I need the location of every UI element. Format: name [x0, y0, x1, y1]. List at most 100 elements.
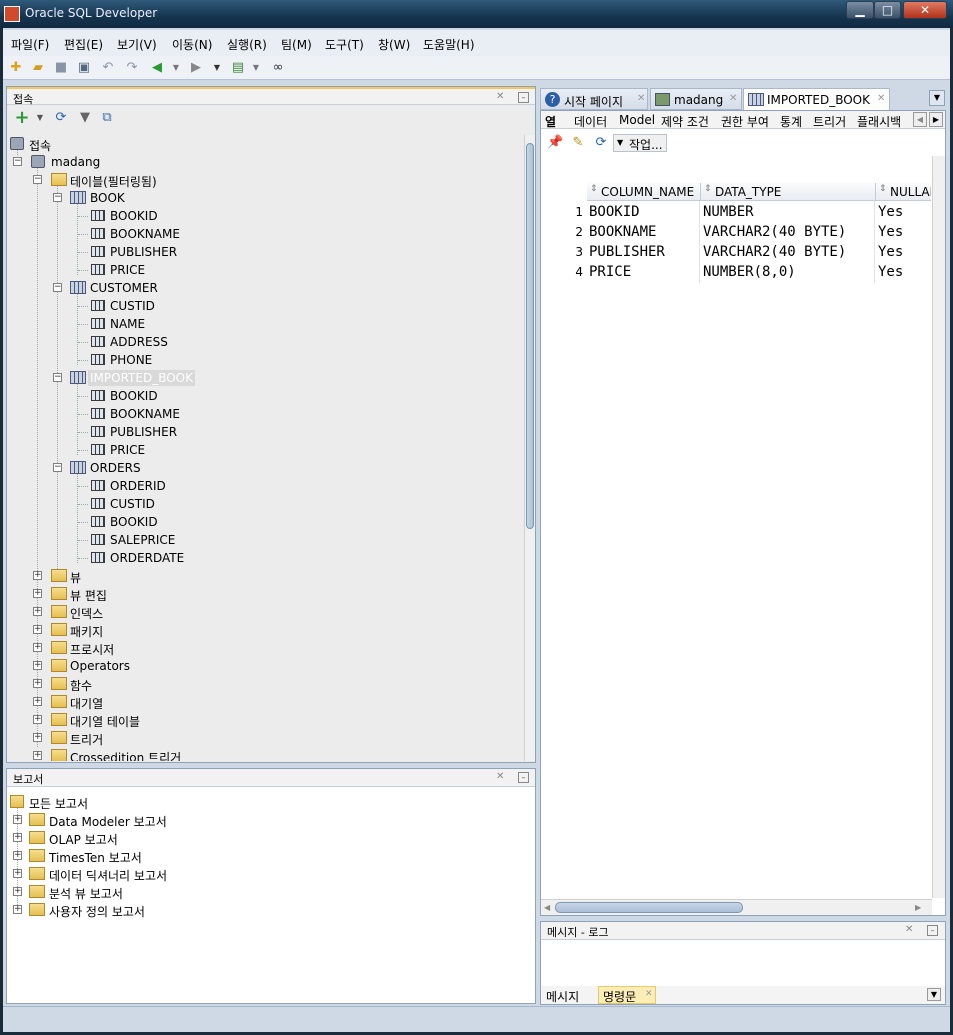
close-tab-icon[interactable]: ✕: [645, 989, 653, 999]
expand-icon[interactable]: +: [13, 815, 22, 824]
minimize-icon[interactable]: –: [518, 92, 529, 103]
refresh-icon[interactable]: ⟳: [593, 135, 609, 151]
add-dropdown-icon[interactable]: ▼: [32, 110, 48, 126]
expand-icon[interactable]: +: [33, 697, 42, 706]
forward-icon[interactable]: ▶: [188, 60, 204, 76]
expand-icon[interactable]: +: [33, 607, 42, 616]
collapse-icon[interactable]: −: [53, 463, 62, 472]
header-nullable[interactable]: ⇕NULLABLE: [876, 183, 931, 201]
open-folder-icon[interactable]: ▰: [30, 60, 46, 76]
tab-imported-book[interactable]: IMPORTED_BOOK ✕: [743, 88, 890, 110]
save-icon[interactable]: ■: [53, 60, 69, 76]
minimize-icon[interactable]: –: [927, 925, 938, 936]
sql-worksheet-icon[interactable]: ▤: [230, 60, 246, 76]
edit-icon[interactable]: ✎: [570, 135, 586, 151]
tab-list-dropdown-icon[interactable]: ▼: [929, 90, 945, 106]
subtab-statistics[interactable]: 통계: [780, 113, 802, 130]
actions-dropdown[interactable]: ▼ 작업...: [613, 134, 667, 152]
grid-vertical-scrollbar[interactable]: [932, 156, 945, 898]
log-dropdown-icon[interactable]: ▼: [927, 988, 941, 1001]
table-icon: [70, 461, 86, 474]
close-button[interactable]: ✕: [903, 1, 947, 19]
add-connection-icon[interactable]: +: [14, 109, 30, 127]
menu-window[interactable]: 창(W): [378, 36, 410, 53]
scroll-left-icon[interactable]: ◀: [544, 903, 550, 912]
save-all-icon[interactable]: ▣: [76, 60, 92, 76]
menu-edit[interactable]: 편집(E): [64, 36, 103, 53]
close-tab-icon[interactable]: ✕: [637, 93, 645, 104]
close-tab-icon[interactable]: ✕: [877, 93, 885, 104]
expand-icon[interactable]: +: [13, 869, 22, 878]
scroll-thumb[interactable]: [555, 902, 743, 913]
back-icon[interactable]: ◀: [149, 60, 165, 76]
collapse-icon[interactable]: −: [53, 193, 62, 202]
column-icon: [91, 210, 105, 221]
pin-icon[interactable]: 📌: [547, 135, 563, 151]
subtab-flashback[interactable]: 플래시백: [857, 113, 901, 130]
back-dropdown-icon[interactable]: ▼: [168, 60, 184, 76]
scroll-thumb[interactable]: [526, 143, 534, 529]
expand-icon[interactable]: +: [33, 715, 42, 724]
connections-vertical-scrollbar[interactable]: [524, 135, 535, 761]
header-data-type[interactable]: ⇕ DATA_TYPE: [701, 183, 876, 201]
menu-run[interactable]: 실행(R): [227, 36, 267, 53]
tab-messages[interactable]: 메시지: [546, 988, 579, 1005]
expand-icon[interactable]: +: [33, 589, 42, 598]
tab-statements[interactable]: 명령문 ✕: [598, 986, 656, 1004]
collapse-icon[interactable]: −: [53, 373, 62, 382]
collapse-icon[interactable]: −: [53, 283, 62, 292]
minimize-button[interactable]: ▁: [846, 1, 874, 19]
maximize-button[interactable]: □: [874, 1, 901, 19]
subtab-data[interactable]: 데이터: [574, 113, 607, 130]
expand-icon[interactable]: +: [33, 625, 42, 634]
subtab-model[interactable]: Model: [619, 113, 655, 127]
header-column-name[interactable]: ⇕ COLUMN_NAME: [587, 183, 701, 201]
refresh-icon[interactable]: ⟳: [53, 110, 69, 126]
expand-icon[interactable]: +: [13, 887, 22, 896]
expand-icon[interactable]: +: [13, 833, 22, 842]
menu-help[interactable]: 도움말(H): [423, 36, 475, 53]
undo-icon[interactable]: ↶: [100, 60, 116, 76]
collapse-icon[interactable]: −: [33, 175, 42, 184]
expand-icon[interactable]: +: [33, 571, 42, 580]
expand-icon[interactable]: +: [13, 851, 22, 860]
collapse-icon[interactable]: −: [13, 157, 22, 166]
tab-start-page[interactable]: ? 시작 페이지 ✕: [540, 88, 648, 110]
sql-dropdown-icon[interactable]: ▼: [248, 60, 264, 76]
folder-icon: [29, 885, 45, 898]
subtab-constraints[interactable]: 제약 조건: [661, 113, 709, 130]
subtab-columns[interactable]: 열: [545, 113, 556, 130]
menu-file[interactable]: 파일(F): [11, 36, 49, 53]
expand-icon[interactable]: +: [13, 905, 22, 914]
close-icon[interactable]: ✕: [496, 91, 504, 102]
close-icon[interactable]: ✕: [905, 924, 913, 935]
expand-icon[interactable]: +: [33, 661, 42, 670]
menu-team[interactable]: 팀(M): [281, 36, 312, 53]
scroll-tabs-right-icon[interactable]: ▶: [929, 112, 943, 127]
subtab-grants[interactable]: 권한 부여: [721, 113, 769, 130]
scroll-tabs-left-icon[interactable]: ◀: [913, 112, 927, 127]
filter-icon[interactable]: ▼: [77, 110, 93, 126]
expand-icon[interactable]: +: [33, 679, 42, 688]
expand-icon[interactable]: +: [33, 733, 42, 742]
menu-tools[interactable]: 도구(T): [325, 36, 364, 53]
menu-navigate[interactable]: 이동(N): [172, 36, 212, 53]
grid-horizontal-scrollbar[interactable]: ◀ ▶: [541, 899, 932, 915]
expand-icon[interactable]: +: [33, 643, 42, 652]
minimize-icon[interactable]: –: [518, 772, 529, 783]
close-tab-icon[interactable]: ✕: [729, 93, 737, 104]
close-icon[interactable]: ✕: [496, 771, 504, 782]
menu-view[interactable]: 보기(V): [117, 36, 157, 53]
subtab-triggers[interactable]: 트리거: [813, 113, 846, 130]
redo-icon[interactable]: ↷: [124, 60, 140, 76]
tab-madang[interactable]: madang ✕: [650, 88, 742, 110]
folder-icon: [29, 813, 45, 826]
scroll-right-icon[interactable]: ▶: [915, 903, 921, 912]
new-file-icon[interactable]: ✚: [8, 60, 24, 76]
expand-icon[interactable]: +: [33, 751, 42, 760]
schema-browser-icon[interactable]: ⧉: [99, 110, 115, 126]
main-toolbar: ✚ ▰ ■ ▣ ↶ ↷ ◀ ▼ ▶ ▼ ▤ ▼ ∞: [3, 56, 950, 80]
forward-dropdown-icon[interactable]: ▼: [209, 60, 225, 76]
binoculars-icon[interactable]: ∞: [270, 60, 286, 76]
sort-icon: ⇕: [590, 184, 598, 194]
